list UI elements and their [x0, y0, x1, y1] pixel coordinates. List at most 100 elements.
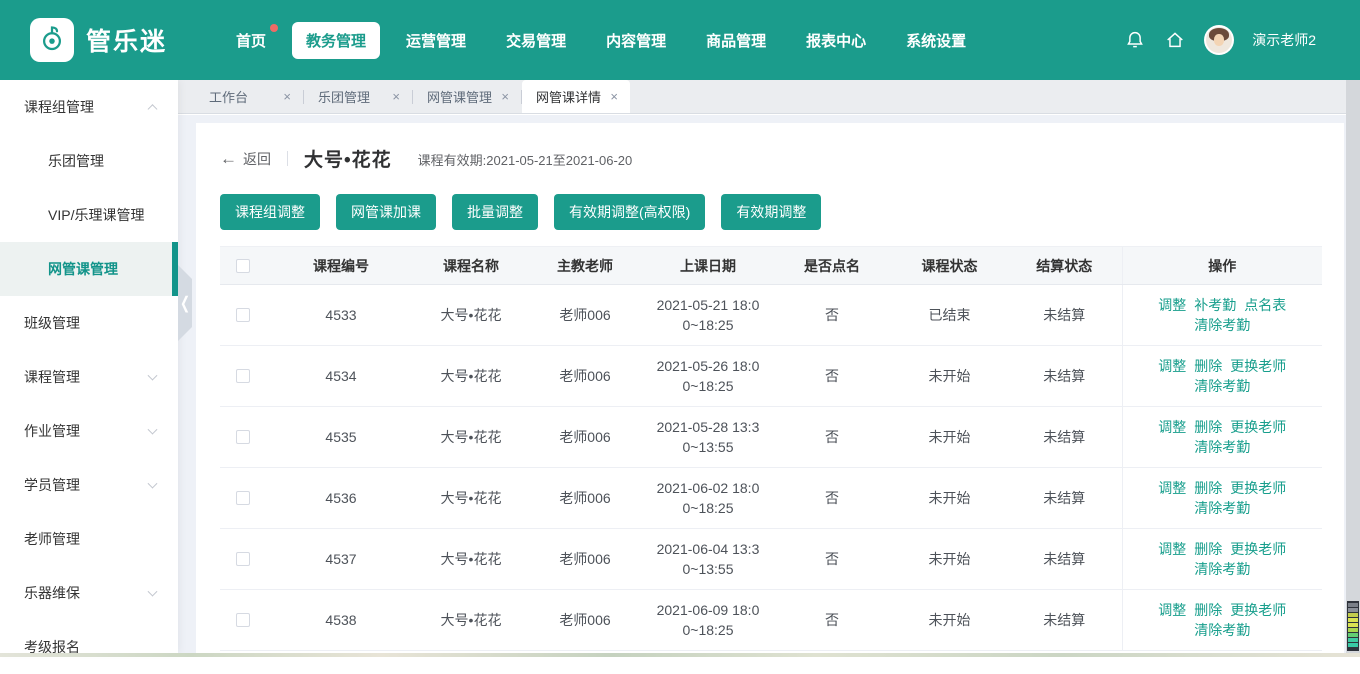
nav-item-system-settings[interactable]: 系统设置 [892, 22, 980, 59]
row-select-cell [220, 346, 266, 407]
user-avatar[interactable] [1204, 25, 1234, 55]
sidebar-item-teacher-mgmt[interactable]: 老师管理 [0, 512, 178, 566]
clear-attendance-link[interactable]: 清除考勤 [1194, 622, 1250, 638]
sidebar-item-instrument-maintenance[interactable]: 乐器维保 [0, 566, 178, 620]
course-status-cell: 未开始 [892, 529, 1007, 590]
sidebar-item-online-class-mgmt[interactable]: 网管课管理 [0, 242, 178, 296]
delete-link[interactable]: 删除 [1194, 480, 1222, 496]
clear-attendance-link[interactable]: 清除考勤 [1194, 439, 1250, 455]
change-teacher-link[interactable]: 更换老师 [1230, 602, 1286, 618]
settlement-status-cell: 未结算 [1007, 529, 1122, 590]
sidebar-item-vip-theory-class-mgmt[interactable]: VIP/乐理课管理 [0, 188, 178, 242]
course-name-cell: 大号•花花 [416, 285, 526, 346]
home-icon[interactable] [1164, 29, 1186, 51]
row-checkbox[interactable] [236, 308, 250, 322]
tab-online-class-mgmt[interactable]: 网管课管理× [413, 80, 521, 113]
sidebar-item-course-mgmt[interactable]: 课程管理 [0, 350, 178, 404]
change-teacher-link[interactable]: 更换老师 [1230, 419, 1286, 435]
settlement-status-cell: 未结算 [1007, 590, 1122, 651]
perf-stripe [1348, 603, 1358, 607]
add-online-class-button[interactable]: 网管课加课 [336, 194, 436, 230]
rollcall-sheet-link[interactable]: 点名表 [1244, 297, 1286, 313]
course-group-adjust-button[interactable]: 课程组调整 [220, 194, 320, 230]
delete-link[interactable]: 删除 [1194, 602, 1222, 618]
change-teacher-link[interactable]: 更换老师 [1230, 358, 1286, 374]
batch-adjust-button[interactable]: 批量调整 [452, 194, 538, 230]
navbar-right: 演示老师2 [1124, 25, 1316, 55]
sidebar-item-course-group-mgmt[interactable]: 课程组管理 [0, 80, 178, 134]
validity-adjust-privileged-button[interactable]: 有效期调整(高权限) [554, 194, 705, 230]
clear-attendance-link[interactable]: 清除考勤 [1194, 378, 1250, 394]
rollcall-cell: 否 [772, 590, 892, 651]
tab-workbench[interactable]: 工作台× [195, 80, 303, 113]
username[interactable]: 演示老师2 [1252, 30, 1316, 50]
tab-close-icon[interactable]: × [610, 90, 618, 103]
makeup-attendance-link[interactable]: 补考勤 [1194, 297, 1236, 313]
course-name-cell: 大号•花花 [416, 346, 526, 407]
settlement-status-cell: 未结算 [1007, 285, 1122, 346]
delete-link[interactable]: 删除 [1194, 358, 1222, 374]
course-name-cell: 大号•花花 [416, 407, 526, 468]
tab-online-class-detail[interactable]: 网管课详情× [522, 80, 630, 113]
rollcall-cell: 否 [772, 407, 892, 468]
nav-item-operation-mgmt[interactable]: 运营管理 [392, 22, 480, 59]
nav-item-content-mgmt[interactable]: 内容管理 [592, 22, 680, 59]
table-row: 4536大号•花花老师0062021-06-02 18:00~18:25否未开始… [220, 468, 1322, 529]
adjust-link[interactable]: 调整 [1158, 358, 1186, 374]
nav-item-trade-mgmt[interactable]: 交易管理 [492, 22, 580, 59]
row-checkbox[interactable] [236, 613, 250, 627]
nav-item-edu-mgmt[interactable]: 教务管理 [292, 22, 380, 59]
tab-orchestra-mgmt[interactable]: 乐团管理× [304, 80, 412, 113]
clear-attendance-link[interactable]: 清除考勤 [1194, 500, 1250, 516]
nav-item-home[interactable]: 首页 [222, 22, 280, 59]
sidebar: 课程组管理乐团管理VIP/乐理课管理网管课管理班级管理课程管理作业管理学员管理老… [0, 80, 178, 653]
tab-close-icon[interactable]: × [283, 90, 291, 103]
tab-close-icon[interactable]: × [501, 90, 509, 103]
notification-bell-icon[interactable] [1124, 29, 1146, 51]
sidebar-item-exam-registration[interactable]: 考级报名 [0, 620, 178, 674]
back-button[interactable]: ← 返回 [220, 149, 271, 169]
course-name-cell: 大号•花花 [416, 529, 526, 590]
adjust-link[interactable]: 调整 [1158, 480, 1186, 496]
select-all-checkbox[interactable] [236, 259, 250, 273]
chevron-down-icon [148, 425, 158, 435]
change-teacher-link[interactable]: 更换老师 [1230, 480, 1286, 496]
row-checkbox[interactable] [236, 369, 250, 383]
table-row: 4537大号•花花老师0062021-06-04 13:30~13:55否未开始… [220, 529, 1322, 590]
vertical-scrollbar[interactable] [1346, 80, 1360, 657]
row-checkbox[interactable] [236, 430, 250, 444]
top-navbar: 管乐迷 首页教务管理运营管理交易管理内容管理商品管理报表中心系统设置 演示老师2 [0, 0, 1360, 80]
delete-link[interactable]: 删除 [1194, 541, 1222, 557]
chevron-down-icon [148, 479, 158, 489]
sidebar-item-orchestra-mgmt[interactable]: 乐团管理 [0, 134, 178, 188]
clear-attendance-link[interactable]: 清除考勤 [1194, 561, 1250, 577]
adjust-link[interactable]: 调整 [1158, 602, 1186, 618]
sidebar-item-class-mgmt[interactable]: 班级管理 [0, 296, 178, 350]
sidebar-item-student-mgmt[interactable]: 学员管理 [0, 458, 178, 512]
back-label: 返回 [243, 149, 271, 169]
class-datetime-cell: 2021-05-21 18:00~18:25 [644, 285, 772, 346]
change-teacher-link[interactable]: 更换老师 [1230, 541, 1286, 557]
nav-item-product-mgmt[interactable]: 商品管理 [692, 22, 780, 59]
delete-link[interactable]: 删除 [1194, 419, 1222, 435]
content-area: ← 返回 大号•花花 课程有效期:2021-05-21至2021-06-20 课… [178, 115, 1346, 653]
course-id-cell: 4534 [266, 346, 416, 407]
validity-adjust-button[interactable]: 有效期调整 [721, 194, 821, 230]
adjust-link[interactable]: 调整 [1158, 541, 1186, 557]
column-header: 操作 [1122, 247, 1322, 285]
adjust-link[interactable]: 调整 [1158, 419, 1186, 435]
tab-close-icon[interactable]: × [392, 90, 400, 103]
column-header: 结算状态 [1007, 247, 1122, 285]
header-divider [287, 151, 288, 166]
clear-attendance-link[interactable]: 清除考勤 [1194, 317, 1250, 333]
teacher-cell: 老师006 [526, 285, 644, 346]
row-checkbox[interactable] [236, 491, 250, 505]
row-select-cell [220, 407, 266, 468]
column-header: 课程状态 [892, 247, 1007, 285]
nav-item-report-center[interactable]: 报表中心 [792, 22, 880, 59]
row-checkbox[interactable] [236, 552, 250, 566]
chevron-down-icon [148, 587, 158, 597]
sidebar-item-homework-mgmt[interactable]: 作业管理 [0, 404, 178, 458]
actions-cell: 调整删除更换老师清除考勤 [1122, 407, 1322, 468]
adjust-link[interactable]: 调整 [1158, 297, 1186, 313]
